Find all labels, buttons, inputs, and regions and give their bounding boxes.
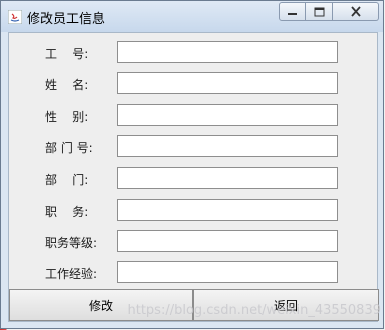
- dialog-window: 修改员工信息 工 号: 姓 名: 性 别: 部 门 号: 部 门: 职 务: 职…: [0, 0, 384, 329]
- form-row-position: 职 务:: [9, 199, 379, 223]
- position-input[interactable]: [117, 199, 338, 221]
- name-label: 姓 名:: [45, 78, 89, 92]
- form-row-gender: 性 别:: [9, 104, 379, 128]
- window-controls: [279, 2, 379, 22]
- minimize-icon: [288, 12, 297, 15]
- close-button[interactable]: [333, 2, 379, 21]
- department-label: 部 门:: [45, 173, 89, 187]
- maximize-icon: [314, 7, 324, 16]
- form-row-work-experience: 工作经验:: [9, 261, 379, 285]
- department-id-input[interactable]: [117, 135, 338, 157]
- close-icon: [350, 6, 361, 17]
- position-level-input[interactable]: [117, 230, 338, 252]
- position-label: 职 务:: [45, 205, 89, 219]
- form-row-department: 部 门:: [9, 167, 379, 191]
- minimize-button[interactable]: [279, 2, 306, 21]
- window-title: 修改员工信息: [27, 12, 106, 27]
- gender-input[interactable]: [117, 104, 338, 126]
- button-row: 修改 返回: [9, 289, 379, 321]
- back-button[interactable]: 返回: [193, 289, 379, 321]
- work-experience-input[interactable]: [117, 261, 338, 283]
- form-row-name: 姓 名:: [9, 72, 379, 96]
- position-level-label: 职务等级:: [45, 236, 98, 250]
- title-bar[interactable]: 修改员工信息: [1, 1, 383, 32]
- employee-id-input[interactable]: [117, 41, 338, 63]
- form-row-position-level: 职务等级:: [9, 230, 379, 254]
- java-app-icon: [8, 10, 22, 24]
- department-id-label: 部 门 号:: [45, 141, 93, 155]
- name-input[interactable]: [117, 72, 338, 94]
- department-input[interactable]: [117, 167, 338, 189]
- employee-id-label: 工 号:: [45, 47, 89, 61]
- form-panel: 工 号: 姓 名: 性 别: 部 门 号: 部 门: 职 务: 职务等级: 工作…: [8, 32, 379, 322]
- gender-label: 性 别:: [45, 110, 89, 124]
- form-row-employee-id: 工 号:: [9, 41, 379, 65]
- form-row-department-id: 部 门 号:: [9, 135, 379, 159]
- modify-button[interactable]: 修改: [9, 289, 193, 321]
- work-experience-label: 工作经验:: [45, 267, 98, 281]
- maximize-button[interactable]: [306, 2, 333, 21]
